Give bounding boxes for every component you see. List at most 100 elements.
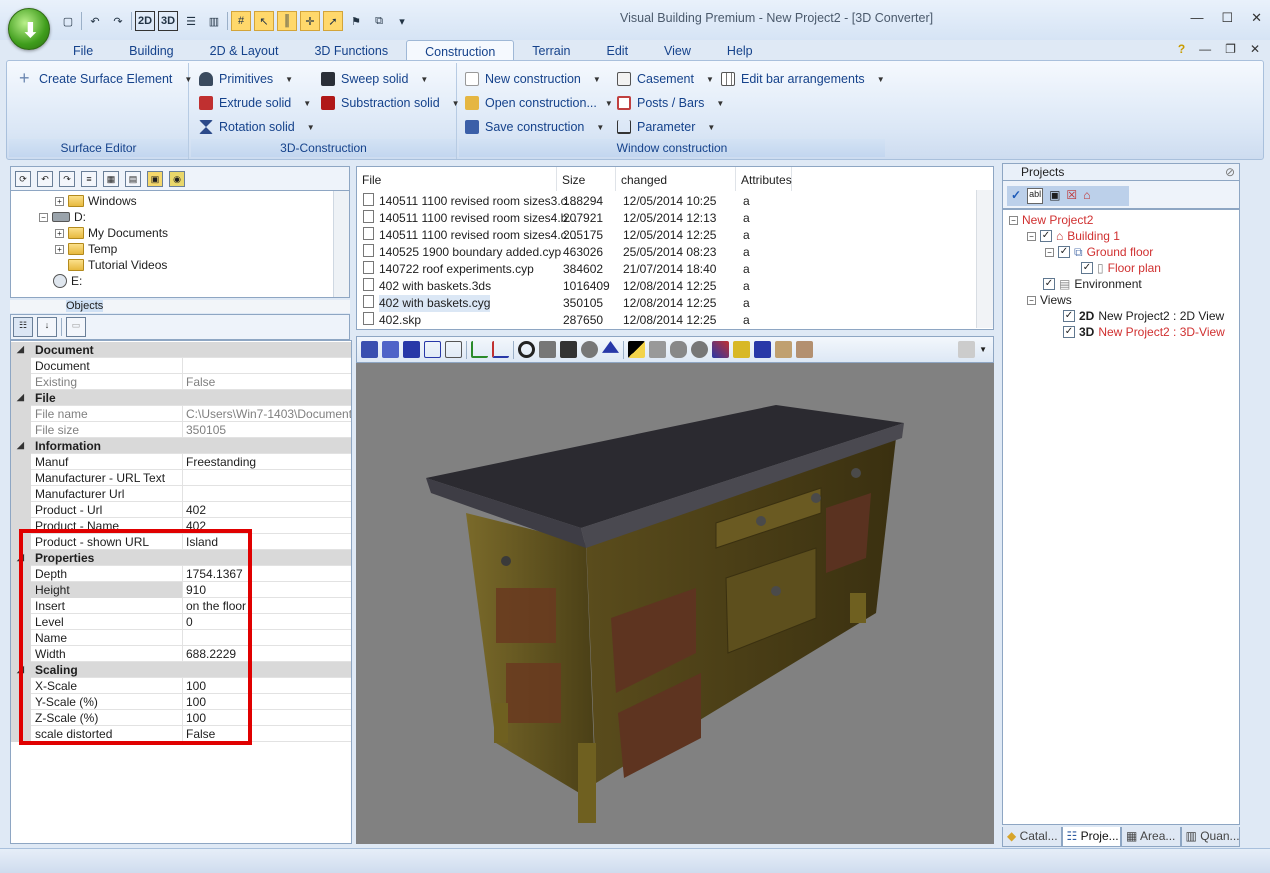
- tree-view-2d[interactable]: ✓ 2D New Project2 : 2D View: [1063, 308, 1224, 324]
- save-view-icon[interactable]: [560, 341, 577, 358]
- collapse-icon[interactable]: −: [1045, 247, 1054, 257]
- preview-icon[interactable]: ◉: [169, 170, 185, 187]
- property-category[interactable]: ◢ File: [11, 390, 351, 406]
- tab-3d-functions[interactable]: 3D Functions: [296, 40, 406, 61]
- save-construction-button[interactable]: Save construction ▼: [465, 117, 604, 137]
- visibility-checkbox[interactable]: ✓: [1058, 246, 1070, 258]
- expand-icon[interactable]: +: [55, 228, 64, 238]
- tab-help[interactable]: Help: [709, 40, 771, 61]
- collapse-icon[interactable]: −: [39, 212, 48, 222]
- pointer-icon[interactable]: ➚: [323, 11, 343, 31]
- label-icon[interactable]: abl: [1027, 188, 1044, 204]
- property-row[interactable]: Existing False: [11, 374, 351, 390]
- cube-hidden-line-icon[interactable]: [445, 341, 462, 358]
- new-construction-button[interactable]: New construction ▼: [465, 69, 601, 89]
- collapse-icon[interactable]: −: [1009, 215, 1018, 225]
- collapse-icon[interactable]: −: [1027, 295, 1036, 305]
- visibility-checkbox[interactable]: ✓: [1063, 310, 1075, 322]
- thumbnail-view-icon[interactable]: ▦: [103, 170, 119, 187]
- tree-environment[interactable]: ✓ ▤ Environment: [1043, 276, 1142, 292]
- tree-item-e-drive[interactable]: E:: [53, 273, 82, 289]
- visibility-checkbox[interactable]: ✓: [1081, 262, 1093, 274]
- ribbon-close-button[interactable]: ✕: [1250, 42, 1260, 56]
- refresh-icon[interactable]: ⟳: [15, 170, 31, 187]
- tree-item-temp[interactable]: + Temp: [55, 241, 117, 257]
- cube-shaded-icon[interactable]: [382, 341, 399, 358]
- tab-view[interactable]: View: [646, 40, 709, 61]
- property-value[interactable]: [184, 470, 351, 486]
- sphere-icon[interactable]: [581, 341, 598, 358]
- view-options-dropdown-icon[interactable]: ▼: [979, 345, 987, 354]
- property-value[interactable]: False: [184, 374, 351, 390]
- property-row[interactable]: Manufacturer Url: [11, 486, 351, 502]
- file-row[interactable]: 402.skp 287650 12/08/2014 12:25 a: [357, 312, 977, 329]
- property-row[interactable]: Product - Url 402: [11, 502, 351, 518]
- flag-icon[interactable]: ⚑: [346, 11, 366, 31]
- primitives-button[interactable]: Primitives ▼: [199, 69, 293, 89]
- tab-projects[interactable]: ☷ Proje...: [1061, 827, 1121, 847]
- tools-icon[interactable]: [670, 341, 687, 358]
- property-row[interactable]: Document: [11, 358, 351, 374]
- tab-building[interactable]: Building: [111, 40, 191, 61]
- tab-2d-layout[interactable]: 2D & Layout: [192, 40, 297, 61]
- property-category[interactable]: ◢ Information: [11, 438, 351, 454]
- expand-icon[interactable]: +: [55, 196, 64, 206]
- crosshair-icon[interactable]: ✛: [300, 11, 320, 31]
- axis-icon[interactable]: [471, 341, 488, 358]
- folder-tree-scrollbar[interactable]: [333, 191, 349, 297]
- copy-icon[interactable]: ⧉: [369, 11, 389, 31]
- trophy-icon[interactable]: [733, 341, 750, 358]
- list-view-icon[interactable]: ≡: [81, 170, 97, 187]
- tab-area[interactable]: ▦ Area...: [1121, 827, 1181, 847]
- property-row[interactable]: File nameC:\Users\Win7-1403\Documents\Vi…: [11, 406, 351, 422]
- close-button[interactable]: ✕: [1251, 10, 1262, 26]
- column-header-attributes[interactable]: Attributes: [736, 167, 792, 191]
- house-roof-icon[interactable]: [796, 341, 813, 358]
- application-menu-button[interactable]: ⬇: [8, 8, 50, 50]
- columns-icon[interactable]: ║: [277, 11, 297, 31]
- house-icon[interactable]: [775, 341, 792, 358]
- property-row[interactable]: File size 350105: [11, 422, 351, 438]
- visibility-checkbox[interactable]: ✓: [1043, 278, 1055, 290]
- property-row[interactable]: Manuf Freestanding: [11, 454, 351, 470]
- visibility-checkbox[interactable]: ✓: [1063, 326, 1075, 338]
- house-red-icon[interactable]: ⌂: [1083, 188, 1090, 204]
- file-list-scrollbar[interactable]: [976, 190, 993, 328]
- tab-construction[interactable]: Construction: [406, 40, 515, 61]
- property-value[interactable]: [184, 486, 351, 502]
- file-row[interactable]: 140722 roof experiments.cyp 384602 21/07/2…: [357, 261, 977, 278]
- back-icon[interactable]: ↶: [37, 170, 53, 187]
- tab-edit[interactable]: Edit: [589, 40, 647, 61]
- delete-icon[interactable]: ☒: [1066, 188, 1077, 204]
- property-category[interactable]: ◢ Document: [11, 342, 351, 358]
- check-icon[interactable]: ✓: [1011, 188, 1021, 204]
- visibility-checkbox[interactable]: ✓: [1040, 230, 1052, 242]
- cube-solid-icon[interactable]: [361, 341, 378, 358]
- column-header-file[interactable]: File: [357, 167, 557, 191]
- pin-icon[interactable]: ⊘: [1225, 164, 1235, 180]
- substraction-solid-button[interactable]: Substraction solid ▼: [321, 93, 460, 113]
- split-horizontal-icon[interactable]: ☰: [181, 11, 201, 31]
- property-value[interactable]: 402: [184, 502, 351, 518]
- qat-dropdown-icon[interactable]: ▾: [392, 11, 412, 31]
- camera-icon[interactable]: [518, 341, 535, 358]
- objects-node-strip[interactable]: Objects: [10, 300, 350, 313]
- ribbon-minimize-button[interactable]: —: [1199, 42, 1211, 56]
- redo-icon[interactable]: ↷: [108, 11, 128, 31]
- column-header-size[interactable]: Size: [557, 167, 616, 191]
- file-row[interactable]: 402 with baskets.3ds 1016409 12/08/2014 12…: [357, 278, 977, 295]
- property-row[interactable]: Manufacturer - URL Text: [11, 470, 351, 486]
- tree-item-windows[interactable]: + Windows: [55, 193, 137, 209]
- create-surface-element-button[interactable]: + Create Surface Element ▼: [19, 69, 192, 89]
- detail-view-icon[interactable]: ▤: [125, 170, 141, 187]
- help-icon[interactable]: ?: [1178, 42, 1185, 56]
- people-icon[interactable]: [754, 341, 771, 358]
- parameter-button[interactable]: Parameter ▼: [617, 117, 715, 137]
- tree-building[interactable]: − ✓ ⌂ Building 1: [1027, 228, 1120, 244]
- posts-bars-button[interactable]: Posts / Bars ▼: [617, 93, 724, 113]
- property-value[interactable]: Freestanding: [184, 454, 351, 470]
- properties-icon[interactable]: ▣: [1049, 188, 1060, 204]
- tab-catalog[interactable]: ◆ Catal...: [1002, 827, 1062, 847]
- rotation-solid-button[interactable]: Rotation solid ▼: [199, 117, 315, 137]
- brush-icon[interactable]: [691, 341, 708, 358]
